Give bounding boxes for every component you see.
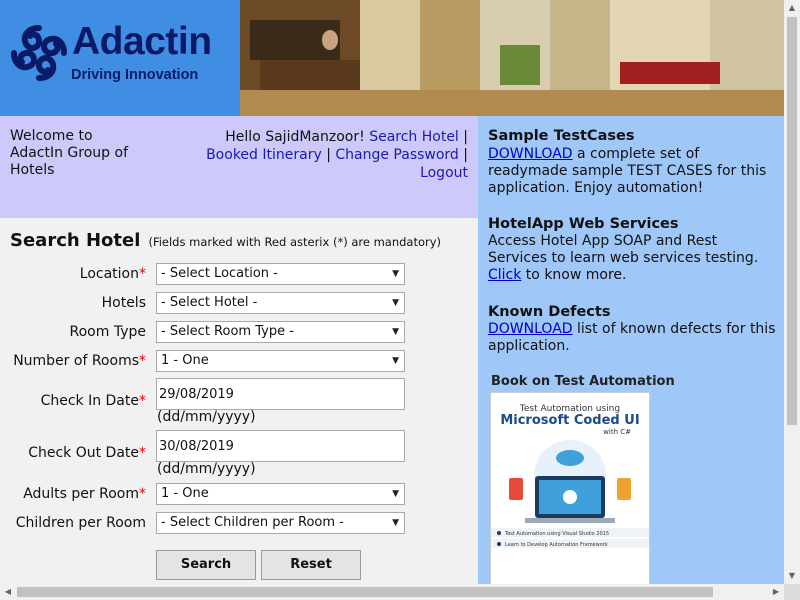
dropdown-arrow-icon: ▼ — [392, 298, 399, 308]
user-greeting: Hello SajidManzoor! — [225, 129, 365, 145]
scroll-up-icon[interactable]: ▲ — [784, 0, 800, 16]
children-per-room-select[interactable]: - Select Children per Room - ▼ — [156, 512, 405, 534]
scroll-right-icon[interactable]: ▶ — [768, 584, 784, 600]
number-of-rooms-label: Number of Rooms* — [13, 353, 146, 369]
welcome-line: Hotels — [10, 162, 55, 178]
reset-button[interactable]: Reset — [261, 550, 361, 580]
scroll-left-icon[interactable]: ◀ — [0, 584, 16, 600]
testcases-title: Sample TestCases — [488, 128, 635, 144]
book-illustration: Test Automation using Visual Studio 2015… — [491, 440, 649, 548]
check-in-date-input[interactable]: 29/08/2019 — [156, 378, 405, 410]
logo: Adactin Driving Innovation — [0, 0, 240, 116]
adults-per-room-label: Adults per Room* — [23, 486, 146, 502]
check-out-date-input[interactable]: 30/08/2019 — [156, 430, 405, 462]
required-marker: * — [139, 445, 146, 461]
info-sidebar: Sample TestCases DOWNLOAD a complete set… — [478, 116, 784, 588]
book-cover-subtitle: with C# — [603, 428, 631, 436]
book-cover-title: Microsoft Coded UI — [500, 413, 640, 428]
location-select[interactable]: - Select Location - ▼ — [156, 263, 405, 285]
dropdown-arrow-icon: ▼ — [392, 269, 399, 279]
nav-separator: | — [463, 147, 468, 163]
location-label: Location* — [79, 266, 146, 282]
required-marker: * — [139, 353, 146, 369]
webservices-title: HotelApp Web Services — [488, 216, 679, 232]
welcome-bar: Welcome to AdactIn Group of Hotels Hello… — [0, 116, 478, 218]
search-hotel-form: Search Hotel (Fields marked with Red ast… — [0, 218, 478, 584]
welcome-line: AdactIn Group of — [10, 145, 129, 161]
room-type-label: Room Type — [69, 324, 146, 340]
form-heading: Search Hotel (Fields marked with Red ast… — [10, 230, 441, 251]
book-heading: Book on Test Automation — [491, 374, 675, 389]
hotels-label: Hotels — [101, 295, 146, 311]
number-of-rooms-select[interactable]: 1 - One ▼ — [156, 350, 405, 372]
vertical-scroll-thumb[interactable] — [787, 17, 797, 425]
defects-text: DOWNLOAD list of known defects for this … — [488, 321, 776, 354]
children-per-room-label: Children per Room — [15, 515, 146, 531]
user-nav: Hello SajidManzoor! Search Hotel | Booke… — [148, 128, 468, 182]
hotel-lobby-photo — [240, 0, 784, 116]
check-out-date-label: Check Out Date* — [28, 445, 146, 461]
required-marker: * — [139, 266, 146, 282]
search-button[interactable]: Search — [156, 550, 256, 580]
webservices-text: Access Hotel App SOAP and Rest Services … — [488, 233, 759, 283]
change-password-link[interactable]: Change Password — [335, 147, 458, 163]
horizontal-scrollbar[interactable]: ◀ ▶ — [0, 584, 784, 600]
defects-download-link[interactable]: DOWNLOAD — [488, 321, 573, 337]
welcome-message: Welcome to AdactIn Group of Hotels — [10, 128, 150, 179]
brand-name: Adactin — [72, 20, 212, 63]
required-marker: * — [139, 486, 146, 502]
webservices-click-link[interactable]: Click — [488, 267, 521, 283]
horizontal-scroll-thumb[interactable] — [17, 587, 713, 597]
header: Adactin Driving Innovation — [0, 0, 784, 116]
dropdown-arrow-icon: ▼ — [392, 489, 399, 499]
check-in-date-label: Check In Date* — [40, 393, 146, 409]
book-bullet-1: Test Automation using Visual Studio 2015 — [504, 531, 609, 537]
dropdown-arrow-icon: ▼ — [392, 327, 399, 337]
scroll-down-icon[interactable]: ▼ — [784, 568, 800, 584]
mandatory-note: (Fields marked with Red asterix (*) are … — [148, 235, 442, 249]
room-type-select[interactable]: - Select Room Type - ▼ — [156, 321, 405, 343]
logout-link[interactable]: Logout — [420, 165, 468, 181]
welcome-line: Welcome to — [10, 128, 93, 144]
brand-tagline: Driving Innovation — [71, 67, 199, 83]
dropdown-arrow-icon: ▼ — [392, 356, 399, 366]
testcases-download-link[interactable]: DOWNLOAD — [488, 146, 573, 162]
defects-title: Known Defects — [488, 304, 611, 320]
date-format-hint: (dd/mm/yyyy) — [157, 461, 256, 477]
form-title: Search Hotel — [10, 230, 141, 251]
book-cover[interactable]: Test Automation using Microsoft Coded UI… — [490, 392, 650, 588]
adactin-logo-icon — [11, 25, 67, 81]
nav-separator: | — [463, 129, 468, 145]
hotels-select[interactable]: - Select Hotel - ▼ — [156, 292, 405, 314]
book-bullet-2: Learn to Develop Automation Framework — [505, 542, 608, 548]
scrollbar-corner — [784, 584, 800, 600]
required-marker: * — [139, 393, 146, 409]
vertical-scrollbar[interactable]: ▲ ▼ — [784, 0, 800, 584]
date-format-hint: (dd/mm/yyyy) — [157, 409, 256, 425]
nav-separator: | — [326, 147, 331, 163]
testcases-text: DOWNLOAD a complete set of readymade sam… — [488, 146, 767, 196]
search-hotel-link[interactable]: Search Hotel — [369, 129, 459, 145]
adults-per-room-select[interactable]: 1 - One ▼ — [156, 483, 405, 505]
booked-itinerary-link[interactable]: Booked Itinerary — [206, 147, 322, 163]
dropdown-arrow-icon: ▼ — [392, 518, 399, 528]
